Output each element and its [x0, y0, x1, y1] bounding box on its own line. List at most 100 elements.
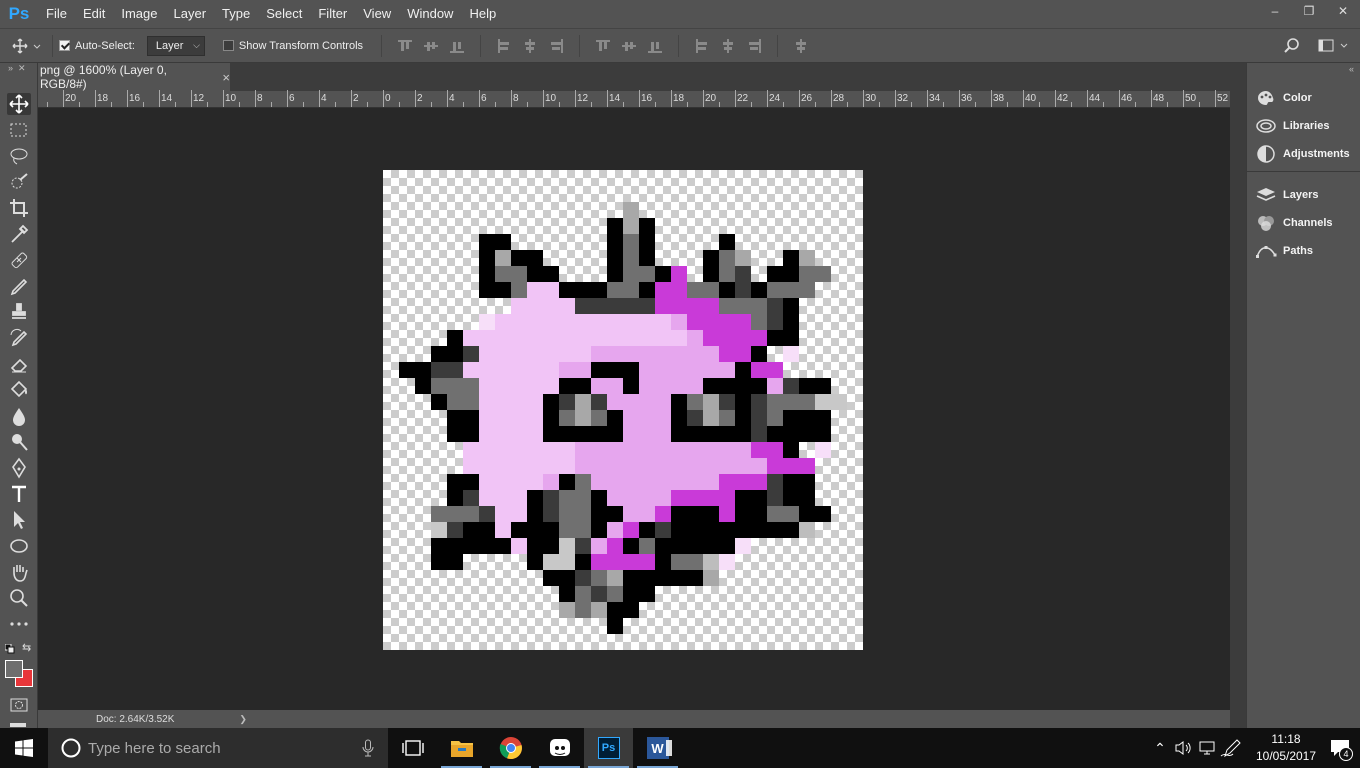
align-left-icon[interactable] — [497, 38, 511, 53]
sprite-pixel — [591, 378, 607, 394]
menu-file[interactable]: File — [38, 0, 75, 28]
paint-bucket-icon[interactable] — [7, 379, 31, 401]
clock[interactable]: 11:18 10/05/2017 — [1252, 731, 1320, 765]
show-transform-controls-checkbox[interactable] — [222, 40, 234, 51]
menu-image[interactable]: Image — [113, 0, 165, 28]
distribute-left-icon[interactable] — [695, 38, 709, 53]
hand-icon[interactable] — [7, 561, 31, 583]
sprite-pixel — [479, 266, 495, 282]
sprite-pixel — [431, 394, 447, 410]
word-taskbar-icon[interactable]: W — [633, 728, 682, 768]
healing-brush-icon[interactable] — [7, 249, 31, 271]
path-selection-icon[interactable] — [7, 509, 31, 531]
menu-layer[interactable]: Layer — [166, 0, 215, 28]
align-bottom-icon[interactable] — [450, 39, 465, 53]
quick-selection-icon[interactable] — [7, 171, 31, 193]
chrome-taskbar-icon[interactable] — [486, 728, 535, 768]
task-view-button[interactable] — [388, 728, 437, 768]
clone-stamp-icon[interactable] — [7, 301, 31, 323]
panel-collapse-icon[interactable]: » ✕ — [8, 63, 26, 74]
dodge-icon[interactable] — [7, 431, 31, 453]
panel-color[interactable]: Color — [1255, 87, 1312, 109]
align-right-icon[interactable] — [549, 38, 564, 53]
sprite-pixel — [751, 442, 767, 458]
panel-layers[interactable]: Layers — [1255, 184, 1318, 206]
vertical-scrollbar[interactable] — [1230, 91, 1246, 728]
move-tool-preset-icon[interactable] — [8, 38, 48, 54]
align-top-icon[interactable] — [398, 39, 413, 53]
volume-icon[interactable] — [1172, 740, 1196, 756]
align-vertical-center-icon[interactable] — [424, 39, 439, 53]
photoshop-logo[interactable]: Ps — [0, 0, 38, 28]
start-button[interactable] — [0, 728, 48, 768]
screen-mode-icon[interactable] — [10, 723, 26, 727]
type-icon[interactable] — [7, 483, 31, 505]
brush-icon[interactable] — [7, 275, 31, 297]
foreground-color-swatch[interactable] — [5, 660, 23, 678]
sprite-pixel — [671, 346, 687, 362]
distribute-bottom-icon[interactable] — [648, 39, 663, 53]
taskbar-search-input[interactable]: Type here to search — [48, 728, 388, 768]
distribute-vertical-center-icon[interactable] — [622, 39, 637, 53]
close-tab-icon[interactable]: × — [222, 70, 230, 85]
image-canvas[interactable] — [383, 170, 863, 650]
pen-workspace-icon[interactable] — [1220, 738, 1246, 758]
eraser-icon[interactable] — [7, 353, 31, 375]
auto-select-checkbox[interactable] — [59, 40, 70, 51]
network-icon[interactable] — [1196, 740, 1220, 756]
horizontal-ruler[interactable]: 20 18 16 14 12 10 8 6 4 2 0 2 4 6 8 10 12 14 16 18 20 22 24 26 2… — [38, 90, 1230, 108]
menu-filter[interactable]: Filter — [310, 0, 355, 28]
action-center-button[interactable]: 4 — [1320, 728, 1360, 768]
align-horizontal-center-icon[interactable] — [523, 38, 537, 53]
workspace-switcher-icon[interactable] — [1318, 38, 1352, 54]
search-icon[interactable] — [1283, 37, 1301, 58]
panel-adjustments[interactable]: Adjustments — [1255, 143, 1350, 165]
blur-icon[interactable] — [7, 405, 31, 427]
menu-view[interactable]: View — [355, 0, 399, 28]
sprite-pixel — [527, 362, 543, 378]
ellipse-shape-icon[interactable] — [7, 535, 31, 557]
menu-window[interactable]: Window — [399, 0, 461, 28]
crop-icon[interactable] — [7, 197, 31, 219]
restore-button[interactable]: ❐ — [1292, 0, 1326, 22]
distribute-horizontal-center-icon[interactable] — [721, 38, 735, 53]
auto-select-target-dropdown[interactable]: Layer ⌵ — [146, 35, 205, 56]
document-tab[interactable]: png @ 1600% (Layer 0, RGB/8#) × — [38, 63, 230, 91]
photoshop-taskbar-icon[interactable]: Ps — [584, 728, 633, 768]
auto-align-layers-icon[interactable] — [794, 38, 808, 53]
sprite-pixel — [655, 330, 671, 346]
move-tool-icon[interactable] — [7, 93, 31, 115]
file-explorer-taskbar-icon[interactable] — [437, 728, 486, 768]
dock-collapse-icon[interactable]: « — [1349, 64, 1354, 74]
history-brush-icon[interactable] — [7, 327, 31, 349]
panel-libraries[interactable]: Libraries — [1255, 115, 1329, 137]
quick-mask-icon[interactable] — [10, 698, 28, 715]
sprite-pixel — [415, 378, 431, 394]
menu-select[interactable]: Select — [258, 0, 310, 28]
eyedropper-icon[interactable] — [7, 223, 31, 245]
menu-edit[interactable]: Edit — [75, 0, 113, 28]
default-colors-icon[interactable] — [4, 643, 15, 654]
lasso-icon[interactable] — [7, 145, 31, 167]
discord-taskbar-icon[interactable] — [535, 728, 584, 768]
rectangular-marquee-icon[interactable] — [7, 119, 31, 141]
menu-type[interactable]: Type — [214, 0, 258, 28]
more-tools-icon[interactable] — [7, 613, 31, 635]
distribute-right-icon[interactable] — [747, 38, 762, 53]
show-hidden-icons-button[interactable]: ⌃ — [1148, 740, 1172, 757]
swap-colors-icon[interactable]: ⇆ — [22, 641, 31, 654]
minimize-button[interactable]: – — [1258, 0, 1292, 22]
pen-icon[interactable] — [7, 457, 31, 479]
sprite-pixel — [687, 410, 703, 426]
zoom-icon[interactable] — [7, 587, 31, 609]
distribute-top-icon[interactable] — [596, 39, 611, 53]
doc-size-info[interactable]: Doc: 2.64K/3.52K — [96, 714, 174, 725]
sprite-pixel — [447, 426, 463, 442]
sprite-pixel — [751, 410, 767, 426]
panel-channels[interactable]: Channels — [1255, 212, 1333, 234]
status-menu-arrow[interactable]: ❯ — [239, 714, 247, 725]
sprite-pixel — [447, 378, 463, 394]
close-button[interactable]: ✕ — [1326, 0, 1360, 22]
menu-help[interactable]: Help — [461, 0, 504, 28]
panel-paths[interactable]: Paths — [1255, 240, 1313, 262]
